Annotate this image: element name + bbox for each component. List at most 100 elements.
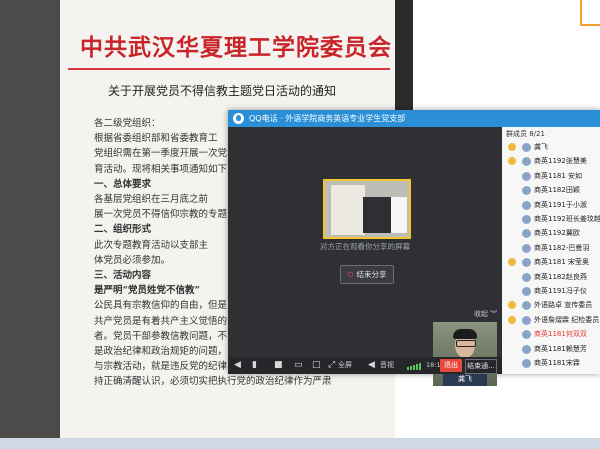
member-avatar bbox=[522, 272, 531, 282]
member-item[interactable]: 商英1192翼欧 bbox=[502, 227, 600, 240]
member-role-icon bbox=[508, 330, 516, 338]
member-name: 龚飞 bbox=[534, 143, 548, 151]
double-chevron-down-icon: ︾ bbox=[488, 310, 498, 318]
call-main-area: 对方正在观看你分享的屏幕 ⏻ 结束分享 收起 ︾ 龚飞 bbox=[228, 127, 502, 386]
member-item[interactable]: 商英1192张慧美 bbox=[502, 155, 600, 168]
member-name: 商英1181 安如 bbox=[534, 171, 583, 180]
desktop-taskbar-strip bbox=[0, 438, 600, 449]
fullscreen-icon[interactable]: ⤢ bbox=[328, 360, 335, 371]
speaker-icon[interactable]: ◀ bbox=[234, 360, 241, 371]
member-avatar bbox=[522, 301, 531, 311]
member-role-icon bbox=[508, 287, 516, 295]
member-avatar bbox=[522, 143, 531, 152]
photo-dark-margin bbox=[0, 0, 60, 440]
qq-penguin-icon bbox=[233, 113, 244, 124]
member-item[interactable]: 外语路卓 宣传委员 bbox=[502, 299, 600, 312]
member-name: 商英1191于小淑 bbox=[534, 200, 587, 209]
share-screen-icon[interactable]: ▭ bbox=[294, 360, 303, 371]
member-name: 商英1181赖慧芳 bbox=[534, 344, 587, 353]
self-name-label: 龚飞 bbox=[458, 375, 472, 383]
member-role-icon bbox=[508, 273, 516, 281]
member-name: 商英1182田颖 bbox=[534, 186, 580, 195]
member-name: 商英1182赵良燕 bbox=[534, 272, 587, 281]
fullscreen-label[interactable]: 全屏 bbox=[338, 360, 352, 371]
member-name: 商英1192翼欧 bbox=[534, 229, 580, 238]
corner-accent-horizontal bbox=[580, 24, 600, 26]
member-role-icon bbox=[508, 215, 516, 223]
member-role-icon bbox=[508, 229, 516, 237]
member-name: 商英1192张慧美 bbox=[534, 157, 587, 166]
member-item[interactable]: 外语詹熠霖 纪检委员 bbox=[502, 314, 600, 327]
member-item[interactable]: 商英1182田颖 bbox=[502, 184, 600, 197]
member-avatar bbox=[522, 215, 531, 224]
header-rule bbox=[68, 68, 390, 70]
volume-bar bbox=[410, 366, 412, 370]
member-item[interactable]: 商英1181何双双 bbox=[502, 328, 600, 341]
member-name: 商英1182-巴曼羽 bbox=[534, 243, 590, 252]
window-title: QQ电话 · 外语学院商务英语专业学生党支部 bbox=[249, 114, 406, 123]
photo-dark-edge bbox=[395, 0, 413, 110]
member-role-icon bbox=[508, 244, 516, 252]
hangup-button[interactable]: 退出 bbox=[440, 359, 462, 372]
member-avatar bbox=[522, 186, 531, 196]
microphone-icon[interactable]: ▮ bbox=[252, 360, 257, 371]
member-item[interactable]: 商英1182-巴曼羽 bbox=[502, 242, 600, 255]
member-role-icon bbox=[508, 172, 516, 180]
audio-label[interactable]: 音视 bbox=[380, 360, 394, 371]
member-name: 外语詹熠霖 纪检委员 bbox=[534, 315, 600, 324]
member-avatar bbox=[522, 200, 531, 210]
member-item[interactable]: 龚飞 bbox=[502, 141, 600, 154]
member-role-icon bbox=[508, 201, 516, 209]
member-avatar bbox=[522, 229, 531, 239]
shared-screen-preview[interactable] bbox=[323, 179, 411, 239]
member-role-icon bbox=[508, 186, 516, 194]
member-item[interactable]: 商英1181宋霖 bbox=[502, 357, 600, 370]
whiteboard-icon[interactable]: □ bbox=[312, 360, 321, 371]
body-line: 持正确清醒认识，必须切实把执行党的政治纪律作为严肃 bbox=[94, 376, 332, 388]
preview-member-list bbox=[391, 197, 407, 233]
member-avatar bbox=[522, 243, 531, 253]
member-avatar bbox=[522, 258, 531, 268]
member-role-icon bbox=[508, 301, 516, 310]
member-item[interactable]: 商英1181 宋莹奥 bbox=[502, 256, 600, 269]
member-role-icon bbox=[508, 157, 516, 166]
member-avatar bbox=[522, 171, 531, 181]
member-role-icon bbox=[508, 359, 516, 367]
watching-status: 对方正在观看你分享的屏幕 bbox=[320, 242, 410, 251]
collapse-label: 收起 bbox=[474, 310, 488, 318]
volume-bar bbox=[407, 367, 409, 370]
member-list-panel: 群成员 8/21 龚飞 商英1192张慧美 商英1181 安如 商英1182田颖 商英1… bbox=[502, 127, 600, 374]
preview-document bbox=[331, 185, 365, 235]
member-name: 商英1181 宋莹奥 bbox=[534, 258, 590, 267]
member-avatar bbox=[522, 315, 531, 325]
call-toolbar: ◀ ▮ ■ ▭ □ ⤢ 全屏 ◀ 音视 18:11 退出 结束通... bbox=[228, 357, 502, 374]
end-share-button[interactable]: ⏻ 结束分享 bbox=[340, 265, 394, 284]
end-meeting-button[interactable]: 结束通... bbox=[465, 359, 497, 374]
power-icon: ⏻ bbox=[347, 270, 354, 279]
volume-meter bbox=[407, 361, 427, 370]
member-avatar bbox=[522, 287, 531, 296]
volume-bar bbox=[413, 365, 415, 370]
collapse-toggle[interactable]: 收起 ︾ bbox=[474, 309, 497, 319]
camera-icon[interactable]: ■ bbox=[274, 360, 283, 371]
member-item[interactable]: 商英1181 安如 bbox=[502, 170, 600, 183]
self-video-tile[interactable]: 龚飞 bbox=[433, 322, 497, 386]
member-avatar bbox=[522, 330, 531, 340]
volume-bar bbox=[416, 364, 418, 370]
document-title: 关于开展党员不得信教主题党日活动的通知 bbox=[108, 84, 337, 98]
qq-titlebar[interactable]: QQ电话 · 外语学院商务英语专业学生党支部 bbox=[228, 110, 600, 127]
member-name: 商英1181何双双 bbox=[534, 330, 587, 339]
video-person-hair bbox=[453, 329, 477, 339]
member-item[interactable]: 商英1181赖慧芳 bbox=[502, 343, 600, 356]
member-role-icon bbox=[508, 345, 516, 353]
member-item[interactable]: 商英1191于小淑 bbox=[502, 199, 600, 212]
member-item[interactable]: 商英1191冯子仪 bbox=[502, 285, 600, 298]
corner-accent bbox=[580, 0, 582, 26]
member-avatar bbox=[522, 157, 531, 167]
member-item[interactable]: 商英1182赵良燕 bbox=[502, 271, 600, 284]
audio-icon[interactable]: ◀ bbox=[368, 360, 375, 371]
member-name: 商英1192班长姜玟越 bbox=[534, 215, 600, 223]
member-avatar bbox=[522, 344, 531, 354]
member-item[interactable]: 商英1192班长姜玟越 bbox=[502, 213, 600, 226]
member-role-icon bbox=[508, 143, 516, 151]
